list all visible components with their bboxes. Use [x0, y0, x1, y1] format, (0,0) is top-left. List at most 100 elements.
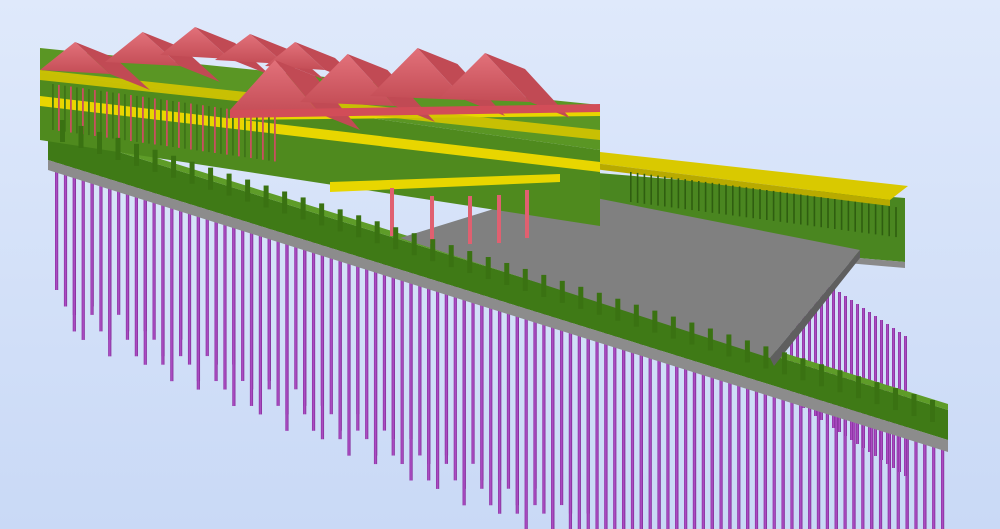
- pile: [941, 444, 945, 529]
- foundation-fin: [652, 310, 658, 333]
- foundation-fin: [855, 376, 861, 399]
- canopy-column: [650, 174, 652, 205]
- pile: [232, 208, 236, 365]
- canopy-column: [834, 199, 836, 229]
- mullion: [220, 107, 222, 154]
- pile: [639, 346, 643, 529]
- foundation-fin: [448, 245, 454, 268]
- pile: [427, 276, 431, 481]
- pile: [329, 239, 333, 415]
- pile: [161, 185, 165, 365]
- pile: [99, 167, 103, 332]
- canopy-column: [738, 186, 741, 217]
- mullion: [106, 91, 108, 138]
- foundation-fin: [911, 394, 917, 417]
- foundation-fin: [208, 167, 214, 190]
- pile: [621, 336, 626, 529]
- canopy-column: [895, 207, 897, 238]
- canopy-column: [874, 204, 877, 235]
- canopy-column: [827, 198, 829, 229]
- pile: [923, 440, 927, 529]
- mullion: [226, 108, 228, 155]
- mullion: [202, 105, 204, 152]
- mullion: [274, 115, 276, 162]
- pile: [418, 272, 422, 456]
- foundation-fin: [559, 280, 565, 303]
- foundation-fin: [892, 388, 898, 411]
- mullion: [148, 97, 150, 144]
- pile: [303, 231, 307, 415]
- mullion: [142, 96, 144, 143]
- foundation-fin: [226, 173, 232, 196]
- foundation-fin: [245, 179, 251, 202]
- support-column: [497, 195, 501, 243]
- bim-3d-model[interactable]: [0, 0, 1000, 529]
- foundation-fin: [319, 203, 325, 226]
- canopy-column: [861, 202, 863, 233]
- pile: [143, 183, 147, 332]
- pile: [746, 381, 750, 529]
- pile: [577, 321, 581, 529]
- pile: [187, 192, 192, 365]
- pile: [808, 401, 812, 529]
- pile: [834, 406, 838, 529]
- pile: [719, 367, 723, 529]
- pile: [515, 301, 519, 514]
- foundation-fin: [300, 197, 306, 220]
- support-column: [468, 196, 472, 244]
- mullion: [166, 100, 168, 147]
- foundation-fin: [763, 346, 769, 369]
- canopy-column: [691, 180, 693, 211]
- mullion: [154, 98, 156, 145]
- canopy-column: [752, 188, 754, 219]
- pile: [179, 194, 183, 357]
- mullion: [250, 112, 252, 159]
- mullion: [244, 111, 246, 158]
- pile: [497, 299, 502, 481]
- pile: [285, 229, 289, 431]
- canopy-column: [732, 185, 734, 216]
- pile: [799, 395, 803, 529]
- canopy-column: [820, 197, 822, 228]
- pile: [152, 181, 156, 340]
- pile: [816, 405, 821, 529]
- pile: [657, 348, 661, 529]
- foundation-fin: [615, 298, 621, 321]
- canopy-column: [711, 182, 714, 213]
- mullion: [190, 103, 192, 150]
- foundation-fin: [541, 274, 547, 297]
- canopy-column: [779, 191, 782, 222]
- pile: [170, 190, 174, 382]
- pile: [675, 358, 679, 529]
- pile: [205, 202, 209, 357]
- pile: [134, 179, 138, 357]
- foundation-fin: [263, 185, 269, 208]
- foundation-fin: [633, 304, 639, 327]
- canopy-column: [888, 206, 890, 237]
- foundation-fin: [504, 262, 510, 285]
- mullion: [94, 89, 96, 136]
- pile: [311, 237, 316, 431]
- support-column: [525, 190, 529, 238]
- foundation-fin: [800, 358, 806, 381]
- model-viewport[interactable]: [0, 0, 1000, 529]
- mullion: [70, 86, 72, 133]
- mullion: [118, 93, 120, 140]
- foundation-fin: [393, 227, 399, 250]
- mullion: [178, 101, 180, 148]
- canopy-column: [704, 181, 707, 212]
- foundation-fin: [78, 125, 84, 148]
- canopy-column: [698, 181, 700, 211]
- foundation-fin: [522, 268, 528, 291]
- mullion: [214, 106, 216, 153]
- mullion: [256, 112, 258, 159]
- foundation-fin: [60, 120, 65, 142]
- pile: [914, 436, 918, 529]
- foundation-fin: [707, 328, 713, 351]
- pile: [692, 360, 697, 529]
- mullion: [160, 99, 162, 146]
- canopy-column: [881, 205, 884, 236]
- canopy-column: [718, 183, 720, 214]
- pile: [551, 313, 555, 529]
- pile: [790, 391, 794, 529]
